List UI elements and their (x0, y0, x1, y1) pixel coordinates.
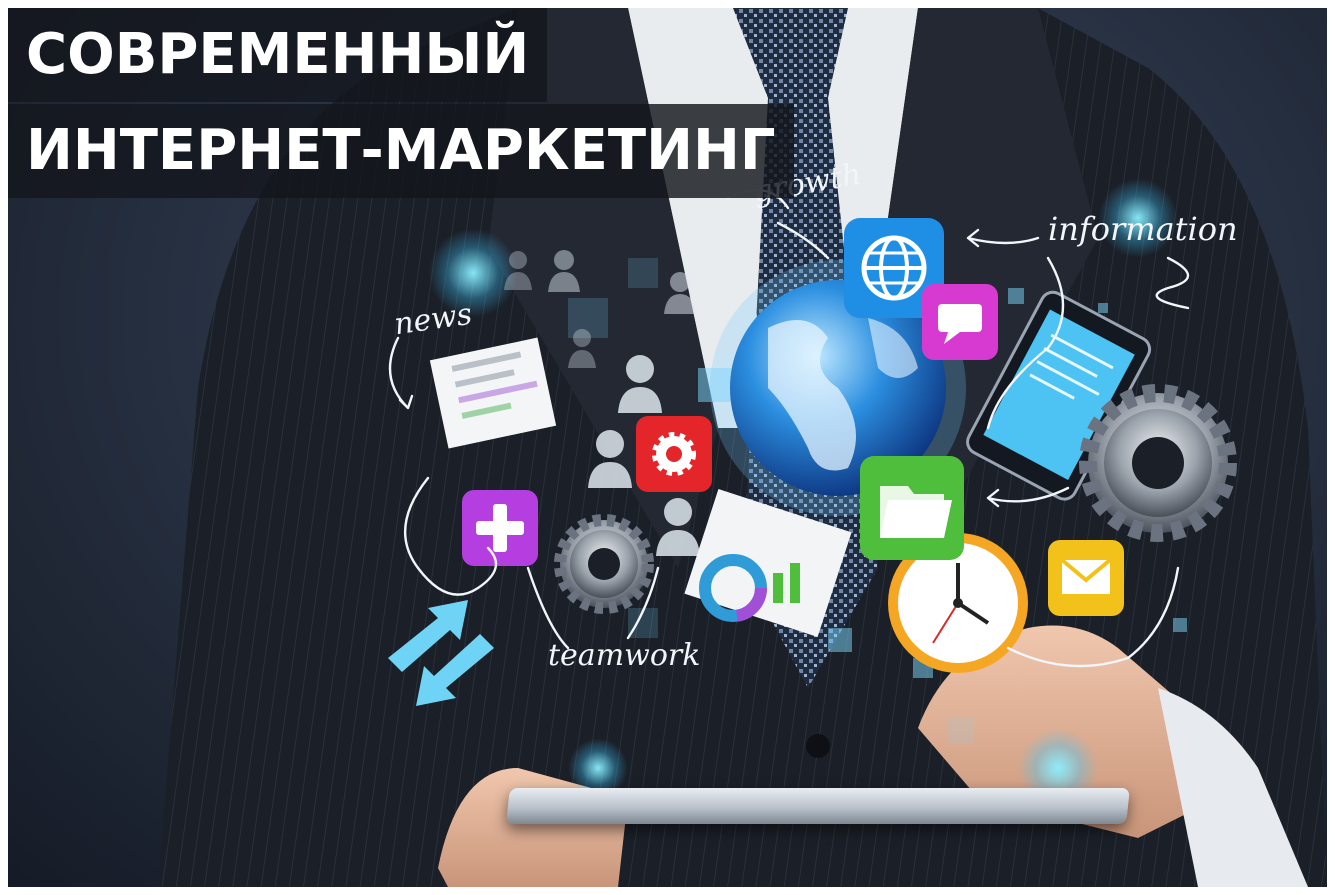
add-app-icon (462, 490, 538, 566)
label-teamwork: teamwork (548, 638, 701, 673)
gear-large (1079, 384, 1237, 542)
sync-arrows-icon (388, 600, 494, 706)
title-line-2: ИНТЕРНЕТ-МАРКЕТИНГ (8, 104, 794, 198)
mail-app-icon (1048, 540, 1124, 616)
settings-app-icon (636, 416, 712, 492)
tablet-device (506, 788, 1130, 824)
folder-app-icon (860, 456, 964, 560)
report-document (429, 337, 557, 449)
gear-small (554, 514, 654, 614)
title-line-1: СОВРЕМЕННЫЙ (8, 8, 548, 102)
marketing-illustration: growth information news teamwork СОВРЕМЕ… (8, 8, 1327, 887)
chat-app-icon (922, 284, 998, 360)
label-information: information (1048, 210, 1238, 248)
